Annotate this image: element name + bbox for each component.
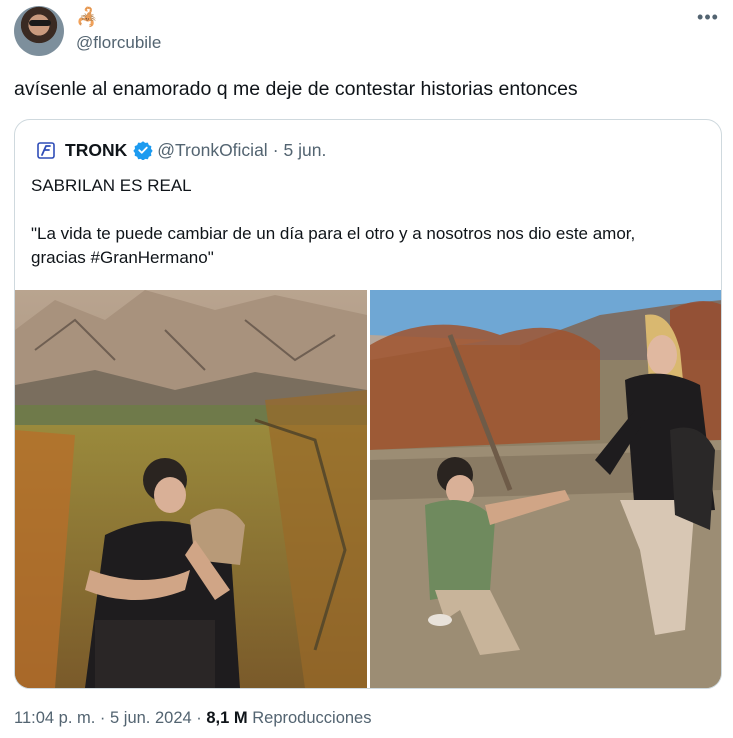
- tweet-time[interactable]: 11:04 p. m.: [14, 709, 95, 727]
- photo-proposal-vineyard[interactable]: [370, 290, 721, 688]
- tweet-text: avísenle al enamorado q me deje de conte…: [14, 78, 578, 100]
- tweet-footer: 11:04 p. m. · 5 jun. 2024 · 8,1 M Reprod…: [14, 709, 371, 728]
- quoted-separator: ·: [272, 139, 279, 160]
- tronk-logo-icon: [37, 142, 55, 159]
- author-display-name[interactable]: 🦂: [76, 8, 98, 28]
- photo-proposal-graphic: [370, 290, 721, 688]
- views-label: Reproducciones: [252, 709, 372, 727]
- footer-separator-2: ·: [196, 709, 202, 727]
- more-options-button[interactable]: •••: [697, 8, 719, 28]
- quoted-tweet[interactable]: TRONK @TronkOficial · 5 jun. SABRILAN ES…: [14, 119, 722, 689]
- quoted-tweet-header: TRONK @TronkOficial · 5 jun.: [37, 139, 326, 161]
- quoted-author-handle[interactable]: @TronkOficial: [157, 140, 267, 161]
- quoted-date[interactable]: 5 jun.: [284, 140, 327, 161]
- photo-hug-graphic: [15, 290, 367, 688]
- author-avatar[interactable]: [14, 6, 64, 56]
- footer-separator-1: ·: [99, 709, 106, 727]
- tweet-date[interactable]: 5 jun. 2024: [110, 709, 192, 727]
- photo-hug-vineyard[interactable]: [15, 290, 367, 688]
- avatar-glasses: [29, 20, 51, 26]
- quoted-text-line-1: SABRILAN ES REAL: [31, 176, 192, 195]
- quoted-text-line-2: "La vida te puede cambiar de un día para…: [31, 224, 636, 267]
- more-icon: •••: [697, 7, 719, 27]
- author-handle[interactable]: @florcubile: [76, 33, 161, 53]
- quoted-author-name[interactable]: TRONK: [65, 140, 127, 161]
- verified-badge-icon: [133, 141, 153, 160]
- views-count[interactable]: 8,1 M: [206, 709, 247, 727]
